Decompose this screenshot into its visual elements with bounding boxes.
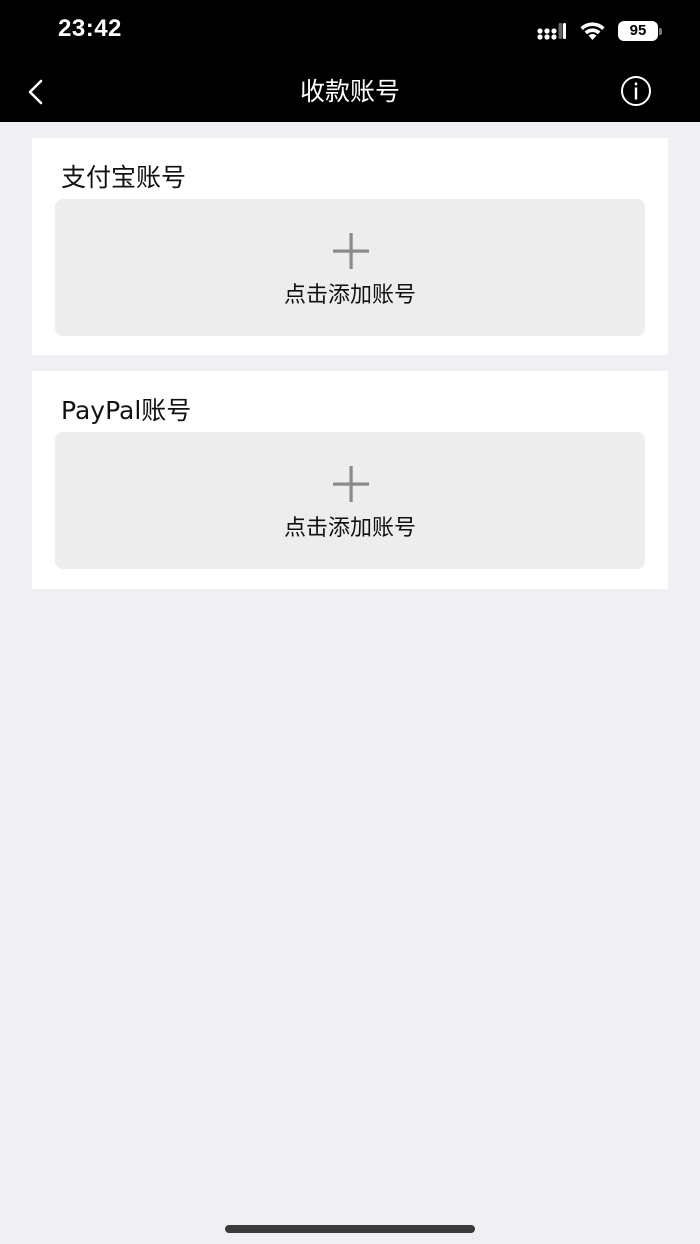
signal-icon — [537, 23, 566, 40]
add-alipay-account-button[interactable]: 点击添加账号 — [55, 199, 645, 336]
status-icons: 95 — [537, 19, 662, 43]
info-circle-icon[interactable] — [620, 75, 652, 107]
alipay-account-card: 支付宝账号 点击添加账号 — [32, 138, 668, 355]
plus-icon — [333, 233, 369, 269]
add-account-label: 点击添加账号 — [283, 283, 416, 308]
wifi-icon — [580, 22, 605, 40]
plus-icon — [333, 466, 369, 502]
battery-level: 95 — [618, 21, 658, 41]
status-time: 23:42 — [58, 15, 122, 42]
add-paypal-account-button[interactable]: 点击添加账号 — [55, 432, 645, 569]
paypal-account-card: PayPal账号 点击添加账号 — [32, 371, 668, 589]
alipay-account-title: 支付宝账号 — [61, 163, 187, 192]
status-bar: 23:42 95 — [0, 0, 700, 62]
battery-cap — [659, 28, 662, 35]
add-account-label: 点击添加账号 — [283, 516, 416, 541]
paypal-account-title: PayPal账号 — [61, 396, 192, 425]
nav-bar: 收款账号 — [0, 62, 700, 122]
page-title: 收款账号 — [299, 77, 400, 106]
battery-icon: 95 — [618, 21, 662, 41]
home-indicator — [225, 1225, 475, 1233]
